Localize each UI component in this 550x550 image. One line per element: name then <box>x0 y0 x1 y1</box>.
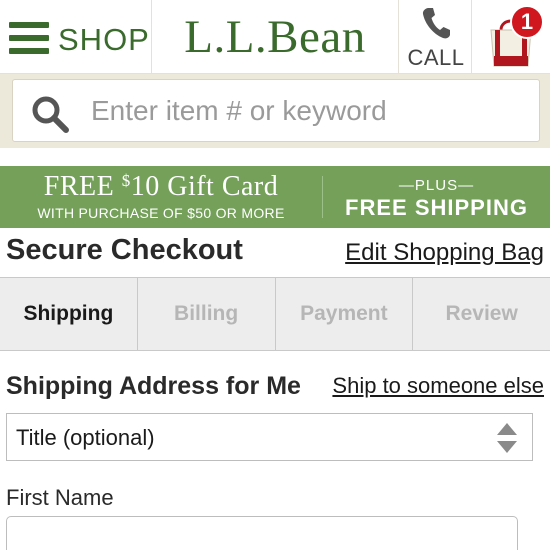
promo-plus: —PLUS— <box>398 177 475 194</box>
page-title: Secure Checkout <box>6 234 243 266</box>
site-header: SHOP L.L.Bean CALL 1 <box>0 0 550 74</box>
select-updown-icon <box>497 423 517 453</box>
search-bar <box>0 74 550 148</box>
step-payment[interactable]: Payment <box>276 278 414 350</box>
edit-shopping-bag-link[interactable]: Edit Shopping Bag <box>345 239 544 267</box>
promo-free-shipping: FREE SHIPPING <box>345 195 528 220</box>
step-shipping[interactable]: Shipping <box>0 278 138 350</box>
checkout-steps: Shipping Billing Payment Review <box>0 277 550 351</box>
menu-icon <box>9 22 49 54</box>
shop-menu-button[interactable]: SHOP <box>0 0 152 74</box>
search-icon[interactable] <box>30 94 70 134</box>
step-review[interactable]: Review <box>413 278 550 350</box>
title-select[interactable]: Title (optional) <box>6 413 533 461</box>
cart-count-badge: 1 <box>510 5 544 39</box>
promo-banner[interactable]: FREE $10 Gift Card WITH PURCHASE OF $50 … <box>0 166 550 228</box>
ship-to-someone-else-link[interactable]: Ship to someone else <box>332 373 544 399</box>
step-billing[interactable]: Billing <box>138 278 276 350</box>
free-shipping-promo: —PLUS— FREE SHIPPING <box>323 166 550 228</box>
search-input[interactable] <box>91 88 531 134</box>
shipping-address-title: Shipping Address for Me <box>6 372 301 400</box>
promo-title: FREE $10 Gift Card <box>0 171 322 203</box>
shop-label: SHOP <box>58 22 150 57</box>
phone-icon <box>422 8 450 39</box>
promo-free: FREE <box>43 171 115 202</box>
call-label: CALL <box>407 45 465 70</box>
search-box <box>12 79 540 142</box>
call-button[interactable]: CALL <box>398 0 472 74</box>
promo-subtext: WITH PURCHASE OF $50 OR MORE <box>37 205 285 221</box>
llbean-logo[interactable]: L.L.Bean <box>152 0 398 74</box>
first-name-label: First Name <box>6 485 114 510</box>
gift-card-promo: FREE $10 Gift Card WITH PURCHASE OF $50 … <box>0 166 322 228</box>
promo-amount: 10 Gift Card <box>130 171 279 202</box>
title-select-value: Title (optional) <box>16 425 155 450</box>
promo-amount-symbol: $ <box>121 171 131 190</box>
first-name-input[interactable] <box>6 516 518 550</box>
